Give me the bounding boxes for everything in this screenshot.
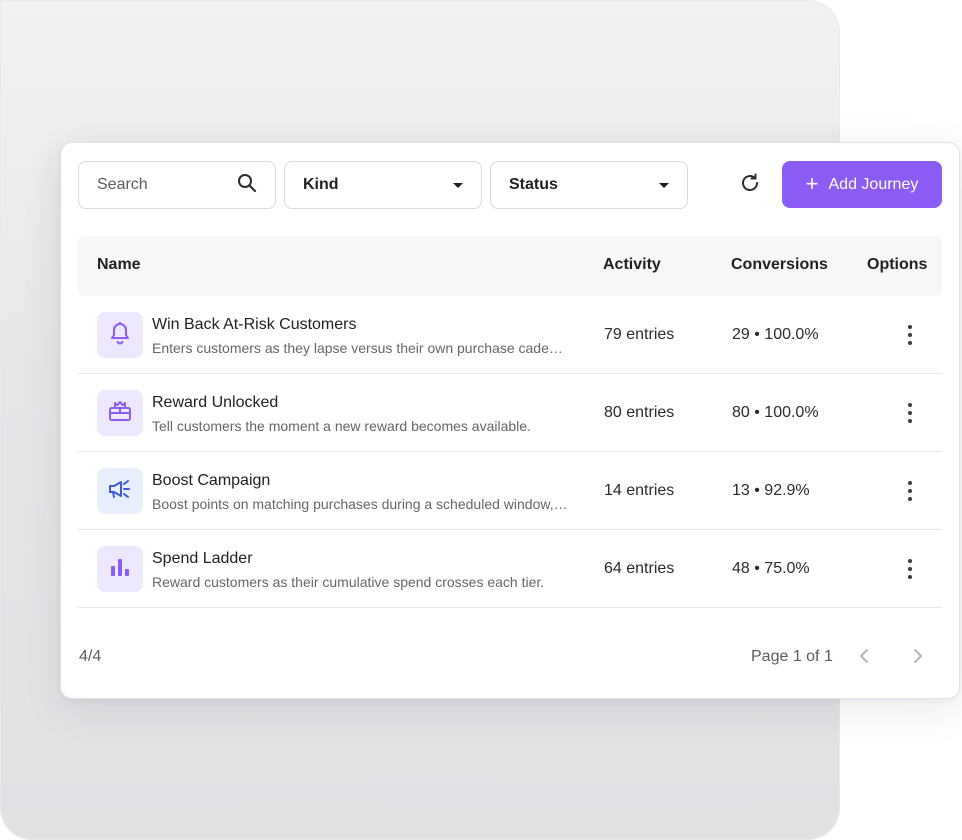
more-options-icon[interactable] [904,556,916,582]
column-header-activity[interactable]: Activity [603,256,661,274]
journeys-card: Search Kind Status + Add Journey Name Ac… [60,142,960,699]
conversions-value: 80 • 100.0% [732,404,819,421]
search-icon [237,173,257,198]
conversions-value: 29 • 100.0% [732,326,819,343]
table-row[interactable]: Reward Unlocked Tell customers the momen… [78,374,942,452]
megaphone-icon [107,477,133,506]
more-options-icon[interactable] [904,400,916,426]
chevron-right-icon [913,648,923,669]
table-row[interactable]: Win Back At-Risk Customers Enters custom… [78,296,942,374]
activity-value: 80 entries [604,404,675,421]
journey-title: Reward Unlocked [152,394,279,411]
table-row[interactable]: Spend Ladder Reward customers as their c… [78,530,942,608]
conversions-value: 13 • 92.9% [732,482,810,499]
activity-value: 79 entries [604,326,675,343]
journey-title: Boost Campaign [152,472,271,489]
toolbar: Search Kind Status + Add Journey [78,161,942,209]
gift-icon [108,399,132,428]
journey-description: Reward customers as their cumulative spe… [152,574,545,590]
bell-icon [109,321,131,350]
bar-chart-icon [109,556,131,583]
column-header-conversions[interactable]: Conversions [731,256,828,274]
journey-description: Tell customers the moment a new reward b… [152,418,531,434]
column-header-options: Options [867,256,928,273]
column-header-name[interactable]: Name [97,256,141,274]
previous-page-button[interactable] [854,647,874,669]
search-placeholder: Search [97,176,148,193]
row-icon-box [97,390,143,436]
conversions-value: 48 • 75.0% [732,560,810,577]
chevron-left-icon [859,648,869,669]
table-row[interactable]: Boost Campaign Boost points on matching … [78,452,942,530]
activity-value: 64 entries [604,560,675,577]
page-indicator: Page 1 of 1 [751,648,833,665]
status-select-label: Status [509,176,558,193]
row-icon-box [97,312,143,358]
add-journey-label: Add Journey [828,175,919,193]
row-icon-box [97,546,143,592]
journey-title: Spend Ladder [152,550,253,567]
refresh-icon [739,172,761,199]
more-options-icon[interactable] [904,478,916,504]
journey-description: Enters customers as they lapse versus th… [152,340,570,356]
result-count: 4/4 [79,648,102,665]
status-select[interactable]: Status [490,161,688,209]
row-icon-box [97,468,143,514]
more-options-icon[interactable] [904,322,916,348]
refresh-button[interactable] [737,172,763,198]
chevron-down-icon [659,182,669,188]
kind-select[interactable]: Kind [284,161,482,209]
kind-select-label: Kind [303,176,339,193]
search-input[interactable]: Search [78,161,276,209]
table-header: Name Activity Conversions Options [78,236,942,296]
add-journey-button[interactable]: + Add Journey [782,161,942,208]
journey-description: Boost points on matching purchases durin… [152,496,570,512]
chevron-down-icon [453,182,463,188]
activity-value: 14 entries [604,482,675,499]
next-page-button[interactable] [908,647,928,669]
plus-icon: + [805,170,819,196]
journey-title: Win Back At-Risk Customers [152,316,357,333]
